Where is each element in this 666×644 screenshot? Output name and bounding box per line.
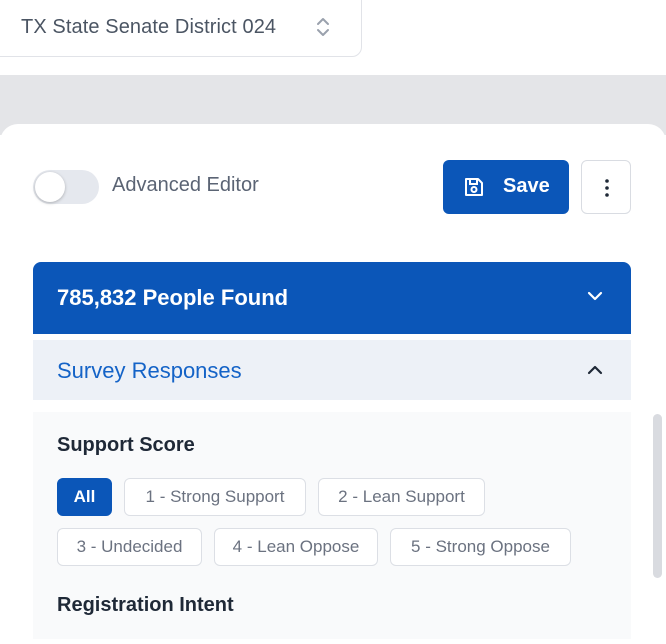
support-option-lean-oppose[interactable]: 4 - Lean Oppose [214, 528, 378, 566]
results-summary-bar[interactable]: 785,832 People Found [33, 262, 631, 334]
chevron-up-icon [587, 365, 603, 375]
chevron-up-down-icon [317, 18, 329, 36]
vertical-dots-icon [605, 179, 609, 197]
toggle-knob [35, 172, 65, 202]
scrollbar-thumb[interactable] [653, 414, 662, 578]
save-button-label: Save [503, 175, 550, 197]
more-options-button[interactable] [581, 160, 631, 214]
top-bar: TX State Senate District 024 [0, 0, 666, 75]
survey-responses-header[interactable]: Survey Responses [33, 340, 631, 400]
chevron-down-icon [587, 291, 603, 301]
support-option-all[interactable]: All [57, 478, 112, 516]
floppy-disk-icon [465, 178, 483, 196]
district-label: TX State Senate District 024 [21, 16, 277, 38]
support-option-strong-support[interactable]: 1 - Strong Support [124, 478, 306, 516]
advanced-editor-toggle[interactable] [33, 170, 99, 204]
people-found-count: 785,832 People Found [57, 285, 289, 310]
advanced-editor-label: Advanced Editor [112, 174, 259, 196]
support-option-strong-oppose[interactable]: 5 - Strong Oppose [390, 528, 571, 566]
support-option-lean-support[interactable]: 2 - Lean Support [318, 478, 485, 516]
registration-intent-label: Registration Intent [57, 594, 234, 616]
district-selector[interactable]: TX State Senate District 024 [0, 0, 362, 57]
save-button[interactable]: Save [443, 160, 569, 214]
survey-responses-title: Survey Responses [57, 358, 242, 383]
support-score-label: Support Score [57, 434, 195, 456]
support-option-undecided[interactable]: 3 - Undecided [57, 528, 202, 566]
